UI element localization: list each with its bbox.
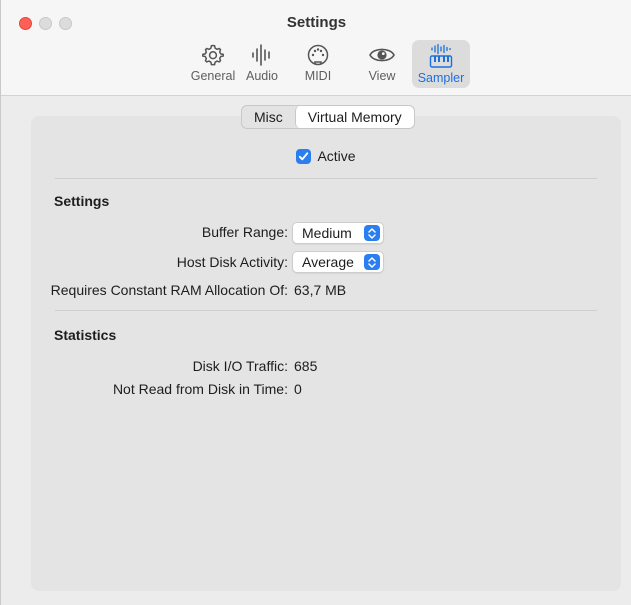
- tab-virtual-memory[interactable]: Virtual Memory: [294, 106, 414, 128]
- divider: [55, 310, 597, 311]
- toolbar-item-view[interactable]: View: [353, 40, 411, 88]
- tab-misc[interactable]: Misc: [242, 106, 295, 128]
- settings-section-title: Settings: [54, 193, 110, 209]
- chevron-updown-icon: [364, 225, 380, 241]
- chevron-updown-icon: [364, 254, 380, 270]
- disk-io-traffic-value: 685: [294, 358, 318, 374]
- not-read-from-disk-value: 0: [294, 381, 302, 397]
- host-disk-activity-label: Host Disk Activity:: [176, 254, 288, 270]
- gear-icon: [202, 44, 224, 66]
- toolbar-label-audio: Audio: [246, 69, 278, 83]
- disk-io-traffic-label: Disk I/O Traffic:: [192, 358, 288, 374]
- toolbar-item-midi[interactable]: MIDI: [289, 40, 347, 88]
- toolbar: Settings General Audio MIDI View Sampler: [1, 0, 631, 96]
- active-label: Active: [317, 148, 356, 164]
- buffer-range-label: Buffer Range:: [201, 224, 288, 240]
- host-disk-activity-popup[interactable]: Average: [292, 251, 384, 273]
- buffer-range-popup[interactable]: Medium: [292, 222, 384, 244]
- midi-port-icon: [307, 44, 329, 66]
- waveform-icon: [252, 44, 270, 66]
- settings-window: Settings General Audio MIDI View Sampler…: [0, 0, 631, 605]
- toolbar-label-midi: MIDI: [304, 69, 332, 83]
- host-disk-activity-value: Average: [302, 254, 354, 270]
- toolbar-label-general: General: [190, 69, 236, 83]
- not-read-from-disk-label: Not Read from Disk in Time:: [112, 381, 288, 397]
- toolbar-item-sampler[interactable]: Sampler: [412, 40, 470, 88]
- tab-bar: Misc Virtual Memory: [241, 105, 415, 129]
- toolbar-label-sampler: Sampler: [417, 71, 465, 85]
- sampler-keyboard-icon: [429, 43, 453, 68]
- window-title: Settings: [286, 14, 347, 31]
- active-checkbox[interactable]: [296, 148, 312, 164]
- active-row: Active: [31, 148, 621, 164]
- statistics-section-title: Statistics: [54, 327, 117, 343]
- divider: [55, 178, 597, 179]
- buffer-range-value: Medium: [302, 225, 352, 241]
- toolbar-label-view: View: [368, 69, 396, 83]
- ram-allocation-value: 63,7 MB: [294, 282, 347, 298]
- ram-allocation-label: Requires Constant RAM Allocation Of:: [50, 282, 288, 298]
- toolbar-item-audio[interactable]: Audio: [233, 40, 291, 88]
- checkmark-icon: [299, 151, 309, 160]
- eye-icon: [369, 48, 395, 62]
- content-panel: Active Settings Buffer Range: Medium Hos…: [31, 116, 621, 591]
